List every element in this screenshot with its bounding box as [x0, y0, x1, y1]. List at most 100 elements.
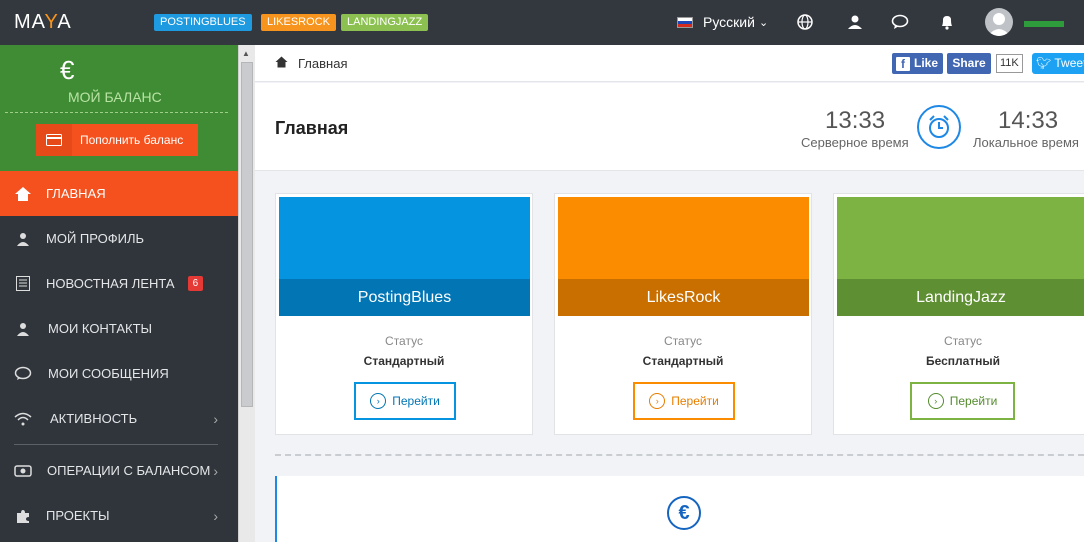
language-label: Русский [703, 14, 755, 30]
project-name: LandingJazz [837, 279, 1084, 316]
page-title: Главная [275, 118, 349, 138]
project-card-postingblues: PostingBlues Статус Стандартный › Перейт… [275, 193, 533, 435]
project-card-likesrock: LikesRock Статус Стандартный › Перейти [554, 193, 812, 435]
like-count: 11K [996, 54, 1023, 73]
sidebar-scrollbar[interactable]: ▲ [238, 45, 255, 542]
scroll-up-arrow-icon[interactable]: ▲ [242, 49, 250, 58]
page-header: Главная 13:33 Серверное время 14:33 Лока… [255, 83, 1084, 171]
breadcrumb: Главная [275, 56, 347, 71]
arrow-right-circle-icon: › [649, 393, 666, 409]
status-value: Бесплатный [925, 354, 1001, 368]
status-label: Статус [944, 334, 982, 348]
sidebar-item-projects[interactable]: ПРОЕКТЫ › [0, 493, 238, 538]
sidebar-item-activity[interactable]: АКТИВНОСТЬ › [0, 396, 238, 441]
home-icon[interactable] [275, 56, 288, 71]
russia-flag-icon [677, 16, 693, 28]
sidebar-item-label: МОЙ ПРОФИЛЬ [46, 231, 145, 246]
sidebar-item-label: МОИ СООБЩЕНИЯ [48, 366, 169, 381]
username-placeholder[interactable] [1024, 21, 1064, 27]
wallet-icon [0, 464, 46, 478]
sidebar-item-label: НОВОСТНАЯ ЛЕНТА [46, 276, 175, 291]
project-name: LikesRock [558, 279, 809, 316]
euro-icon: € [60, 55, 75, 85]
wifi-icon [0, 412, 46, 426]
language-selector[interactable]: Русский ⌄ [677, 14, 768, 30]
chevron-right-icon: › [213, 462, 218, 479]
project-banner [837, 197, 1084, 279]
sidebar-item-messages[interactable]: МОИ СООБЩЕНИЯ [0, 351, 238, 396]
sidebar-item-home[interactable]: ГЛАВНАЯ [0, 171, 238, 216]
project-name: PostingBlues [279, 279, 530, 316]
server-time-label: Серверное время [801, 135, 909, 150]
divider [14, 444, 218, 445]
tag-landingjazz[interactable]: LANDINGJAZZ [341, 14, 429, 31]
topup-label: Пополнить баланс [80, 133, 184, 147]
go-button[interactable]: › Перейти [354, 382, 456, 420]
chevron-right-icon: › [213, 507, 218, 524]
credit-card-icon [36, 124, 72, 156]
go-button[interactable]: › Перейти [910, 382, 1015, 420]
tweet-label: Tweet [1054, 56, 1084, 70]
newspaper-icon [0, 276, 46, 291]
sidebar-item-balance-operations[interactable]: ОПЕРАЦИИ С БАЛАНСОМ › [0, 448, 238, 493]
project-card-landingjazz: LandingJazz Статус Бесплатный › Перейти [833, 193, 1084, 435]
sidebar-item-contacts[interactable]: МОИ КОНТАКТЫ [0, 306, 238, 351]
euro-icon: € [667, 496, 701, 530]
server-time: 13:33 [825, 107, 886, 134]
like-label: Like [914, 56, 939, 70]
avatar[interactable] [985, 8, 1013, 36]
local-time-label: Локальное время [973, 135, 1079, 150]
home-icon [0, 186, 46, 202]
chat-icon [0, 366, 46, 381]
local-time: 14:33 [998, 107, 1059, 134]
chat-icon[interactable] [890, 12, 910, 32]
contact-icon [0, 322, 46, 336]
sidebar-item-label: ОПЕРАЦИИ С БАЛАНСОМ [47, 463, 211, 478]
bell-icon[interactable] [937, 12, 957, 32]
divider [5, 112, 228, 113]
go-label: Перейти [949, 394, 998, 408]
chevron-right-icon: › [213, 410, 218, 427]
tweet-button[interactable]: 🐦︎ Tweet [1032, 53, 1084, 74]
puzzle-icon [0, 508, 46, 524]
tag-likesrock[interactable]: LIKESROCK [261, 14, 336, 31]
sidebar-item-news[interactable]: НОВОСТНАЯ ЛЕНТА 6 [0, 261, 238, 306]
project-banner [558, 197, 809, 279]
breadcrumb-bar: Главная f Like Share 11K 🐦︎ Tweet [255, 45, 1084, 82]
sidebar-item-label: ПРОЕКТЫ [46, 508, 110, 523]
balance-info-card: € [275, 476, 1084, 542]
sidebar-item-label: АКТИВНОСТЬ [50, 411, 138, 426]
sidebar-item-profile[interactable]: МОЙ ПРОФИЛЬ [0, 216, 238, 261]
facebook-like-button[interactable]: f Like [892, 53, 943, 74]
scrollbar-thumb[interactable] [241, 62, 253, 407]
sidebar-item-label: МОИ КОНТАКТЫ [48, 321, 153, 336]
project-banner [279, 197, 530, 279]
user-icon[interactable] [845, 12, 865, 32]
facebook-icon: f [896, 56, 910, 71]
status-label: Статус [385, 334, 423, 348]
news-count-badge: 6 [187, 276, 204, 291]
main-content: Главная f Like Share 11K 🐦︎ Tweet Главна… [255, 45, 1084, 542]
arrow-right-circle-icon: › [927, 393, 944, 409]
topup-balance-button[interactable]: Пополнить баланс [36, 124, 198, 156]
sidebar: € МОЙ БАЛАНС Пополнить баланс ГЛАВНАЯ МО… [0, 45, 238, 542]
balance-panel: € МОЙ БАЛАНС Пополнить баланс [0, 45, 238, 171]
go-button[interactable]: › Перейти [633, 382, 735, 420]
user-icon [0, 232, 46, 246]
globe-icon[interactable] [795, 12, 815, 32]
balance-label: МОЙ БАЛАНС [68, 89, 162, 105]
logo[interactable]: MAYA [14, 11, 72, 34]
go-label: Перейти [392, 394, 440, 408]
twitter-icon: 🐦︎ [1036, 56, 1052, 70]
status-value: Стандартный [363, 354, 445, 368]
tag-postingblues[interactable]: POSTINGBLUES [154, 14, 252, 31]
divider [275, 454, 1084, 456]
breadcrumb-item[interactable]: Главная [298, 56, 347, 71]
top-navbar: MAYA POSTINGBLUES LIKESROCK LANDINGJAZZ … [0, 0, 1084, 45]
facebook-share-button[interactable]: Share [947, 53, 991, 74]
sidebar-item-label: ГЛАВНАЯ [46, 186, 106, 201]
chevron-down-icon: ⌄ [758, 16, 769, 29]
status-label: Статус [664, 334, 702, 348]
status-value: Стандартный [642, 354, 724, 368]
go-label: Перейти [671, 394, 719, 408]
